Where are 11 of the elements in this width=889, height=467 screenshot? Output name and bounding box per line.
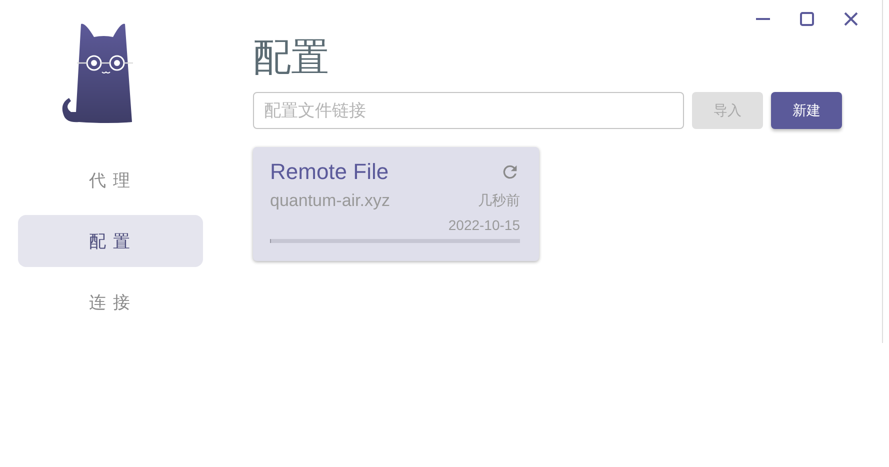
sidebar-item[interactable]: 连 接	[18, 276, 202, 328]
profile-card[interactable]: Remote File quantum-air.xyz 几秒前 2022-10-15	[253, 147, 539, 261]
sidebar-item[interactable]: 代 理	[18, 154, 202, 206]
profile-host: quantum-air.xyz	[270, 191, 390, 211]
updated-time: 几秒前	[478, 192, 520, 210]
page-title: 配置	[253, 36, 329, 80]
new-button[interactable]: 新建	[771, 92, 842, 129]
url-field[interactable]: 配置文件链接	[253, 92, 684, 129]
sidebar-item[interactable]: 配 置	[18, 215, 202, 267]
expire-date: 2022-10-15	[448, 217, 520, 233]
profile-name: Remote File	[270, 159, 389, 185]
